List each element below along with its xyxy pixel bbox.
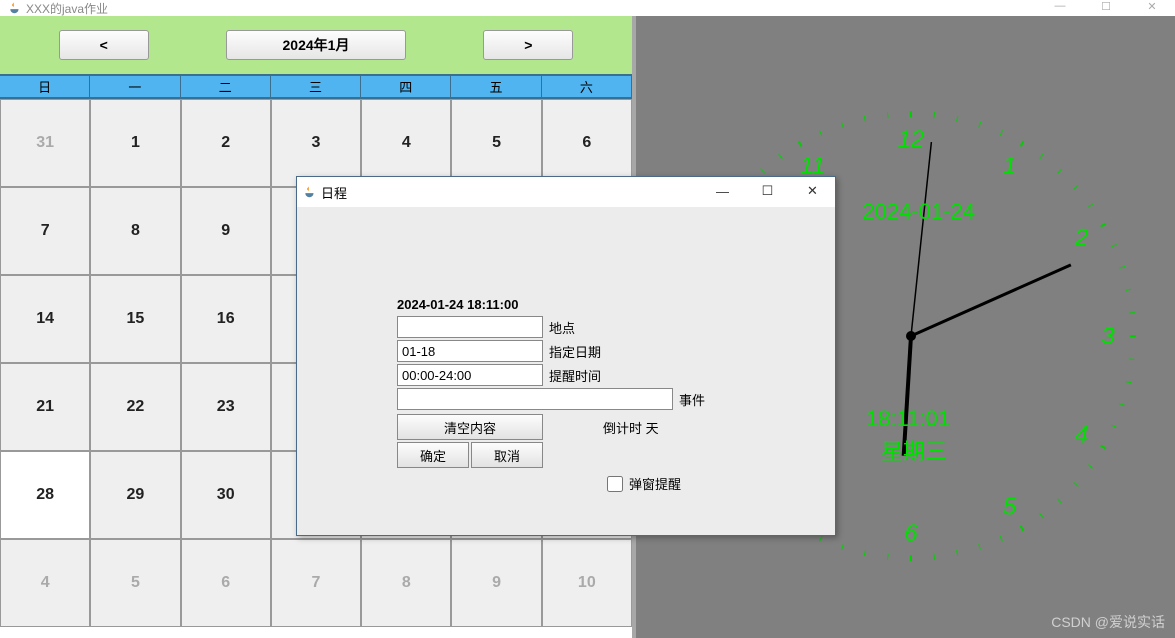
clock-date: 2024-01-24 <box>862 199 975 225</box>
svg-text:3: 3 <box>1101 323 1115 350</box>
next-month-button[interactable]: > <box>483 30 573 60</box>
window-title: XXX的java作业 <box>26 0 108 17</box>
day-cell[interactable]: 23 <box>181 363 271 451</box>
countdown-label: 倒计时 天 <box>603 418 659 437</box>
month-label-button[interactable]: 2024年1月 <box>226 30 406 60</box>
clear-button[interactable]: 清空内容 <box>397 414 543 440</box>
svg-text:2: 2 <box>1074 225 1088 252</box>
close-button[interactable]: ✕ <box>1129 0 1175 16</box>
dialog-title: 日程 <box>321 183 347 202</box>
watermark: CSDN @爱说实话 <box>1051 612 1165 632</box>
day-cell[interactable]: 7 <box>271 539 361 627</box>
dow-cell: 四 <box>361 76 451 97</box>
svg-text:12: 12 <box>898 126 925 153</box>
day-of-week-header: 日一二三四五六 <box>0 74 632 99</box>
dialog-datetime: 2024-01-24 18:11:00 <box>397 297 835 312</box>
day-cell[interactable]: 28 <box>0 451 90 539</box>
minimize-button[interactable]: — <box>1037 0 1083 16</box>
clock-dow: 星期三 <box>881 434 947 466</box>
cancel-button[interactable]: 取消 <box>471 442 543 468</box>
remind-label: 提醒时间 <box>549 366 601 385</box>
date-label: 指定日期 <box>549 342 601 361</box>
popup-remind-checkbox[interactable] <box>607 476 623 492</box>
dow-cell: 日 <box>0 76 90 97</box>
java-icon <box>8 1 22 15</box>
day-cell[interactable]: 9 <box>451 539 541 627</box>
svg-text:4: 4 <box>1075 422 1088 449</box>
day-cell[interactable]: 5 <box>90 539 180 627</box>
svg-text:1: 1 <box>1003 152 1016 179</box>
dialog-minimize-button[interactable]: — <box>700 177 745 205</box>
day-cell[interactable]: 8 <box>361 539 451 627</box>
place-input[interactable] <box>397 316 543 338</box>
java-icon <box>303 185 317 199</box>
dialog-close-button[interactable]: ✕ <box>790 177 835 205</box>
day-cell[interactable]: 1 <box>90 99 180 187</box>
day-cell[interactable]: 4 <box>0 539 90 627</box>
dow-cell: 一 <box>90 76 180 97</box>
day-cell[interactable]: 14 <box>0 275 90 363</box>
dow-cell: 三 <box>271 76 361 97</box>
dialog-maximize-button[interactable]: ☐ <box>745 177 790 205</box>
day-cell[interactable]: 8 <box>90 187 180 275</box>
day-cell[interactable]: 22 <box>90 363 180 451</box>
clock-time: 18:11:01 <box>866 406 950 432</box>
dow-cell: 二 <box>181 76 271 97</box>
popup-remind-label: 弹窗提醒 <box>629 474 681 493</box>
day-cell[interactable]: 7 <box>0 187 90 275</box>
svg-text:6: 6 <box>904 520 918 547</box>
maximize-button[interactable]: ☐ <box>1083 0 1129 16</box>
event-label: 事件 <box>679 390 705 409</box>
event-input[interactable] <box>397 388 673 410</box>
place-label: 地点 <box>549 318 575 337</box>
main-titlebar: XXX的java作业 <box>0 0 1175 16</box>
day-cell[interactable]: 2 <box>181 99 271 187</box>
date-input[interactable] <box>397 340 543 362</box>
calendar-header: < 2024年1月 > <box>0 16 632 74</box>
dow-cell: 五 <box>451 76 541 97</box>
day-cell[interactable]: 6 <box>542 99 632 187</box>
prev-month-button[interactable]: < <box>59 30 149 60</box>
ok-button[interactable]: 确定 <box>397 442 469 468</box>
day-cell[interactable]: 10 <box>542 539 632 627</box>
day-cell[interactable]: 5 <box>451 99 541 187</box>
dialog-controls: — ☐ ✕ <box>700 177 835 205</box>
day-cell[interactable]: 15 <box>90 275 180 363</box>
day-cell[interactable]: 16 <box>181 275 271 363</box>
day-cell[interactable]: 6 <box>181 539 271 627</box>
schedule-dialog: 日程 — ☐ ✕ 2024-01-24 18:11:00 地点 指定日期 提醒时… <box>296 176 836 536</box>
remind-input[interactable] <box>397 364 543 386</box>
window-controls: — ☐ ✕ <box>1037 0 1175 16</box>
day-cell[interactable]: 9 <box>181 187 271 275</box>
day-cell[interactable]: 4 <box>361 99 451 187</box>
day-cell[interactable]: 29 <box>90 451 180 539</box>
day-cell[interactable]: 30 <box>181 451 271 539</box>
dow-cell: 六 <box>542 76 632 97</box>
day-cell[interactable]: 21 <box>0 363 90 451</box>
day-cell[interactable]: 3 <box>271 99 361 187</box>
svg-text:5: 5 <box>1003 494 1017 521</box>
day-cell[interactable]: 31 <box>0 99 90 187</box>
